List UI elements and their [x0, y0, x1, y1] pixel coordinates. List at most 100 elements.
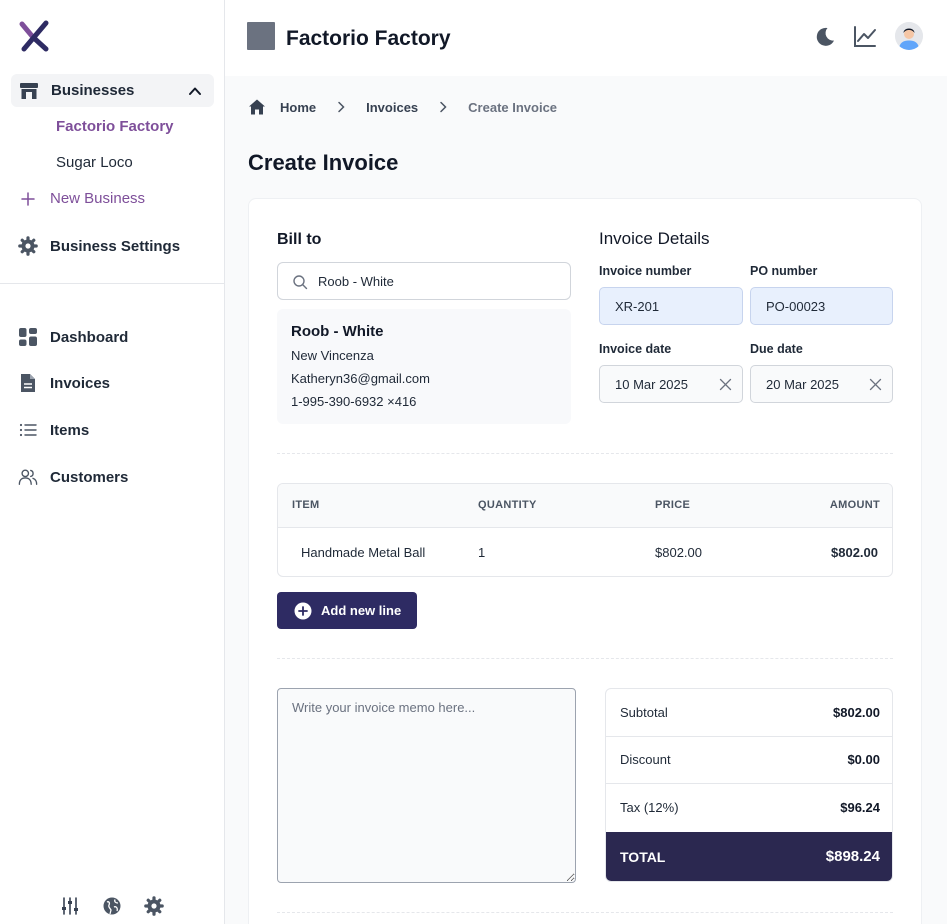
app-logo-icon[interactable]	[18, 20, 50, 52]
gear-icon	[18, 236, 38, 256]
sidebar-item-label: Customers	[50, 468, 129, 486]
totals-summary: Subtotal $802.00 Discount $0.00 Tax (12%…	[605, 688, 893, 882]
total-value: $898.24	[825, 848, 880, 865]
chevron-right-icon	[440, 101, 447, 113]
po-number-field[interactable]: PO-00023	[750, 287, 893, 325]
clear-icon[interactable]	[719, 378, 732, 391]
sidebar-item-label: Items	[50, 421, 90, 439]
customer-phone: 1-995-390-6932 ×416	[291, 394, 417, 409]
discount-label: Discount	[620, 752, 671, 767]
column-header-quantity: QUANTITY	[478, 499, 537, 511]
sidebar-item-label: Dashboard	[50, 328, 129, 346]
dashboard-icon	[18, 327, 38, 347]
table-header: ITEM QUANTITY PRICE AMOUNT	[278, 484, 892, 528]
invoice-details-label: Invoice Details	[599, 229, 710, 248]
business-item-factorio[interactable]: Factorio Factory	[56, 118, 174, 135]
due-date-field[interactable]: 20 Mar 2025	[750, 365, 893, 403]
customer-city: New Vincenza	[291, 348, 374, 363]
customer-search-value: Roob - White	[318, 274, 394, 289]
invoice-date-field[interactable]: 10 Mar 2025	[599, 365, 743, 403]
total-label: TOTAL	[620, 849, 666, 865]
chevron-up-icon[interactable]	[188, 84, 202, 98]
sidebar-item-customers[interactable]: Customers	[18, 467, 128, 487]
users-icon	[18, 467, 38, 487]
row-price: $802.00	[655, 545, 702, 560]
sidebar-divider	[0, 283, 224, 284]
business-item-sugar-loco[interactable]: Sugar Loco	[56, 154, 133, 171]
business-logo	[247, 22, 275, 50]
moon-icon[interactable]	[813, 25, 837, 49]
row-item: Handmade Metal Ball	[301, 545, 426, 560]
sliders-icon[interactable]	[60, 896, 80, 916]
due-date-value: 20 Mar 2025	[766, 377, 839, 392]
chevron-right-icon	[338, 101, 345, 113]
user-avatar[interactable]	[895, 22, 923, 50]
po-number-label: PO number	[750, 264, 818, 278]
home-icon[interactable]	[248, 98, 266, 116]
add-new-line-button[interactable]: Add new line	[277, 592, 417, 629]
invoice-memo-textarea[interactable]	[277, 688, 576, 883]
customer-email: Katheryn36@gmail.com	[291, 371, 430, 386]
breadcrumb-invoices[interactable]: Invoices	[366, 100, 418, 115]
customer-search-input[interactable]: Roob - White	[277, 262, 571, 300]
sidebar-item-label: Invoices	[50, 374, 111, 392]
plus-icon	[21, 191, 35, 206]
column-header-amount: AMOUNT	[829, 499, 880, 511]
invoice-date-label: Invoice date	[599, 342, 672, 356]
page-title: Create Invoice	[248, 150, 399, 175]
section-divider	[277, 912, 893, 913]
invoice-number-value: XR-201	[615, 299, 660, 314]
row-quantity: 1	[478, 545, 486, 560]
businesses-label: Businesses	[51, 82, 135, 99]
business-title: Factorio Factory	[286, 27, 451, 50]
invoice-date-value: 10 Mar 2025	[615, 377, 688, 392]
list-icon	[18, 420, 38, 440]
business-settings-link[interactable]: Business Settings	[18, 236, 180, 256]
bill-to-label: Bill to	[277, 231, 322, 248]
new-business-label: New Business	[50, 190, 146, 207]
new-business-button[interactable]: New Business	[20, 190, 145, 207]
subtotal-row: Subtotal $802.00	[606, 689, 892, 737]
tax-value: $96.24	[840, 800, 880, 815]
sidebar-item-items[interactable]: Items	[18, 420, 89, 440]
business-settings-label: Business Settings	[50, 237, 181, 255]
subtotal-label: Subtotal	[620, 705, 668, 720]
search-icon	[293, 275, 308, 290]
sidebar: Businesses Factorio Factory Sugar Loco N…	[0, 0, 225, 924]
store-icon	[20, 83, 38, 99]
tax-label: Tax (12%)	[620, 800, 679, 815]
section-divider	[277, 453, 893, 454]
subtotal-value: $802.00	[833, 705, 880, 720]
column-header-item: ITEM	[292, 499, 320, 511]
document-icon	[18, 373, 38, 393]
tax-row: Tax (12%) $96.24	[606, 784, 892, 832]
add-new-line-label: Add new line	[321, 603, 402, 618]
customer-details-box: Roob - White New Vincenza Katheryn36@gma…	[277, 309, 571, 424]
top-header: Factorio Factory	[225, 0, 947, 76]
invoice-number-field[interactable]: XR-201	[599, 287, 743, 325]
invoice-form-card: Bill to Roob - White Roob - White New Vi…	[248, 198, 922, 924]
settings-gear-icon[interactable]	[144, 896, 164, 916]
chart-line-icon[interactable]	[853, 25, 877, 49]
sidebar-item-dashboard[interactable]: Dashboard	[18, 327, 128, 347]
section-divider	[277, 658, 893, 659]
breadcrumb-home[interactable]: Home	[280, 100, 316, 115]
invoice-number-label: Invoice number	[599, 264, 692, 278]
line-items-table: ITEM QUANTITY PRICE AMOUNT Handmade Meta…	[277, 483, 893, 577]
customer-name: Roob - White	[291, 323, 384, 340]
clear-icon[interactable]	[869, 378, 882, 391]
plus-circle-icon	[294, 602, 312, 619]
sidebar-item-invoices[interactable]: Invoices	[18, 373, 110, 393]
total-row: TOTAL $898.24	[606, 832, 892, 881]
breadcrumb-current: Create Invoice	[468, 99, 558, 115]
discount-value: $0.00	[847, 752, 880, 767]
businesses-group-toggle[interactable]: Businesses	[11, 74, 214, 107]
globe-icon[interactable]	[102, 896, 122, 916]
row-amount: $802.00	[831, 545, 878, 560]
discount-row: Discount $0.00	[606, 736, 892, 784]
po-number-value: PO-00023	[766, 299, 826, 314]
breadcrumb: Home Invoices Create Invoice	[248, 98, 557, 116]
column-header-price: PRICE	[655, 499, 691, 511]
due-date-label: Due date	[750, 342, 803, 356]
sidebar-footer	[60, 896, 164, 916]
